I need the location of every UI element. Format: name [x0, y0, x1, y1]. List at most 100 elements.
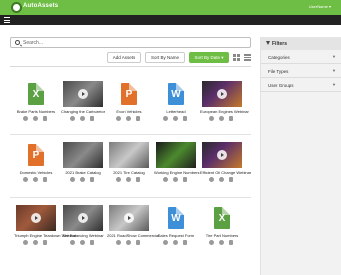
asset-thumbnail[interactable]: [63, 81, 103, 111]
info-icon[interactable]: [70, 116, 75, 121]
play-icon[interactable]: [217, 150, 227, 160]
asset-thumbnail[interactable]: W: [156, 205, 196, 235]
asset-title[interactable]: Sales Request Form: [154, 233, 198, 238]
asset-title[interactable]: Evon Vehicles: [107, 109, 151, 114]
brand-logo[interactable]: AutoAssets: [11, 2, 58, 13]
info-icon[interactable]: [163, 240, 168, 245]
share-icon[interactable]: [126, 240, 131, 245]
asset-title[interactable]: 2021 RoadShow Commercial: [107, 233, 159, 238]
asset-title[interactable]: 2021 Tire Catalog: [107, 170, 151, 175]
asset-title[interactable]: Changing the Carburetor: [61, 109, 105, 114]
download-icon[interactable]: [136, 177, 140, 182]
asset-thumbnail[interactable]: W: [156, 81, 196, 111]
asset-card[interactable]: Changing the Carburetor: [61, 81, 105, 141]
asset-card[interactable]: Tire Balancing Webinar: [61, 205, 105, 265]
asset-card[interactable]: P Evon Vehicles: [107, 81, 151, 141]
share-icon[interactable]: [173, 240, 178, 245]
asset-thumbnail[interactable]: [109, 205, 149, 235]
share-icon[interactable]: [33, 177, 38, 182]
share-icon[interactable]: [126, 177, 131, 182]
info-icon[interactable]: [209, 116, 214, 121]
sort-by-date-button[interactable]: Sort By Date ▾: [189, 52, 229, 63]
grid-view-icon[interactable]: [233, 54, 240, 61]
list-view-icon[interactable]: [244, 54, 251, 61]
download-icon[interactable]: [136, 240, 140, 245]
share-icon[interactable]: [219, 116, 224, 121]
asset-thumbnail[interactable]: [16, 205, 56, 235]
asset-card[interactable]: Efficient Oil Change Webinar: [200, 142, 251, 202]
add-assets-button[interactable]: Add Assets: [107, 52, 141, 63]
download-icon[interactable]: [90, 116, 94, 121]
asset-thumbnail[interactable]: [109, 142, 149, 172]
asset-card[interactable]: 2021 Brake Catalog: [61, 142, 105, 202]
share-icon[interactable]: [126, 116, 131, 121]
download-icon[interactable]: [229, 240, 233, 245]
user-menu[interactable]: UserName ▾: [309, 4, 331, 9]
asset-title[interactable]: Tire Balancing Webinar: [61, 233, 105, 238]
download-icon[interactable]: [90, 240, 94, 245]
info-icon[interactable]: [116, 177, 121, 182]
download-icon[interactable]: [229, 116, 233, 121]
play-icon[interactable]: [124, 213, 134, 223]
asset-card[interactable]: P Domestic Vehicles: [14, 142, 58, 202]
filter-categories[interactable]: Categories ▼: [261, 50, 341, 64]
share-icon[interactable]: [33, 240, 38, 245]
download-icon[interactable]: [183, 240, 187, 245]
play-icon[interactable]: [31, 213, 41, 223]
asset-thumbnail[interactable]: X: [202, 205, 242, 235]
info-icon[interactable]: [23, 116, 28, 121]
download-icon[interactable]: [43, 116, 47, 121]
info-icon[interactable]: [163, 116, 168, 121]
info-icon[interactable]: [70, 177, 75, 182]
asset-card[interactable]: W Sales Request Form: [154, 205, 198, 265]
info-icon[interactable]: [209, 240, 214, 245]
asset-thumbnail[interactable]: P: [109, 81, 149, 111]
asset-card[interactable]: European Engines Webinar: [200, 81, 249, 141]
asset-thumbnail[interactable]: X: [16, 81, 56, 111]
download-icon[interactable]: [136, 116, 140, 121]
share-icon[interactable]: [80, 240, 85, 245]
asset-thumbnail[interactable]: P: [16, 142, 56, 172]
play-icon[interactable]: [217, 89, 227, 99]
asset-title[interactable]: Brake Parts Numbers: [14, 109, 58, 114]
asset-title[interactable]: Domestic Vehicles: [14, 170, 58, 175]
asset-title[interactable]: European Engines Webinar: [200, 109, 249, 114]
asset-thumbnail[interactable]: [156, 142, 196, 172]
asset-card[interactable]: Working Engine Numbers: [154, 142, 200, 202]
download-icon[interactable]: [183, 116, 187, 121]
download-icon[interactable]: [43, 240, 47, 245]
info-icon[interactable]: [70, 240, 75, 245]
play-icon[interactable]: [78, 89, 88, 99]
filter-user-groups[interactable]: User Groups ▼: [261, 78, 341, 92]
share-icon[interactable]: [80, 116, 85, 121]
asset-card[interactable]: X Brake Parts Numbers: [14, 81, 58, 141]
asset-title[interactable]: 2021 Brake Catalog: [61, 170, 105, 175]
share-icon[interactable]: [173, 116, 178, 121]
asset-thumbnail[interactable]: [63, 205, 103, 235]
info-icon[interactable]: [163, 177, 168, 182]
asset-title[interactable]: Working Engine Numbers: [154, 170, 200, 175]
info-icon[interactable]: [116, 116, 121, 121]
asset-title[interactable]: Letterhead: [154, 109, 198, 114]
share-icon[interactable]: [219, 240, 224, 245]
share-icon[interactable]: [219, 177, 224, 182]
asset-card[interactable]: 2021 RoadShow Commercial: [107, 205, 159, 265]
asset-thumbnail[interactable]: [63, 142, 103, 172]
hamburger-menu-icon[interactable]: [4, 17, 10, 23]
asset-thumbnail[interactable]: [202, 142, 242, 172]
asset-card[interactable]: X Tire Part Numbers: [200, 205, 244, 265]
download-icon[interactable]: [90, 177, 94, 182]
share-icon[interactable]: [80, 177, 85, 182]
asset-card[interactable]: W Letterhead: [154, 81, 198, 141]
asset-title[interactable]: Tire Part Numbers: [200, 233, 244, 238]
share-icon[interactable]: [33, 116, 38, 121]
info-icon[interactable]: [209, 177, 214, 182]
download-icon[interactable]: [229, 177, 233, 182]
asset-card[interactable]: 2021 Tire Catalog: [107, 142, 151, 202]
filter-file-types[interactable]: File Types ▼: [261, 64, 341, 78]
info-icon[interactable]: [23, 240, 28, 245]
asset-title[interactable]: Efficient Oil Change Webinar: [200, 170, 251, 175]
info-icon[interactable]: [116, 240, 121, 245]
asset-card[interactable]: Triumph Engine Teardown Webinar: [14, 205, 76, 265]
search-input[interactable]: [23, 39, 243, 47]
